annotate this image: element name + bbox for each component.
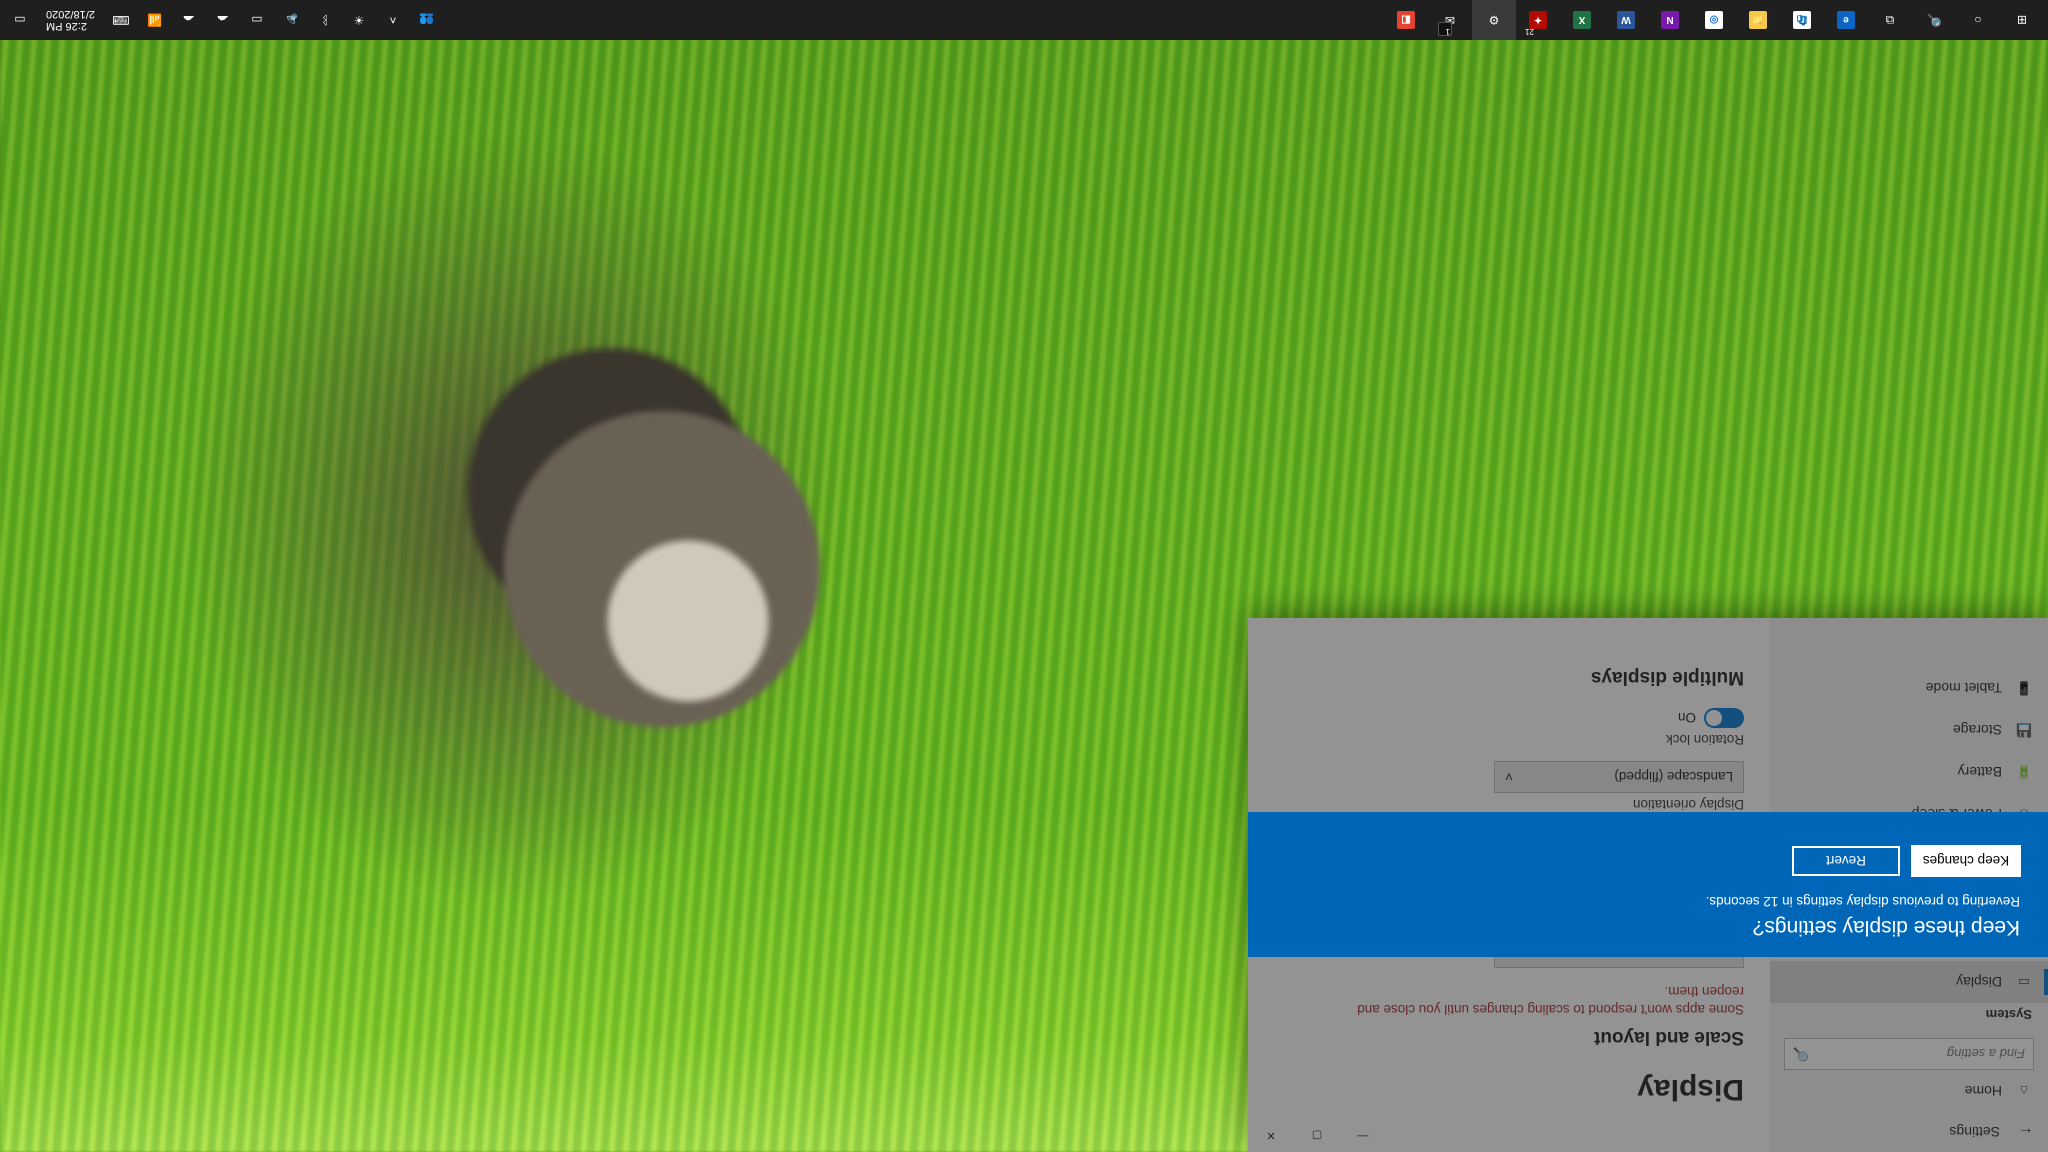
- battery-icon: 🔋: [2016, 764, 2032, 780]
- storage-icon: 💾: [2016, 722, 2032, 738]
- taskbar-app-edge[interactable]: e: [1824, 0, 1868, 40]
- section-scale-layout: Scale and layout: [1274, 1026, 1744, 1048]
- sidebar-item-battery[interactable]: 🔋 Battery: [1770, 751, 2048, 793]
- keep-settings-prompt: Keep these display settings? Reverting t…: [1248, 812, 2048, 957]
- taskbar-app-pdf[interactable]: ✦21: [1516, 0, 1560, 40]
- action-center-icon[interactable]: ▭: [4, 0, 36, 40]
- display-icon: ▭: [2016, 974, 2032, 990]
- prompt-title: Keep these display settings?: [1276, 915, 2020, 939]
- search-icon: 🔍: [1793, 1046, 1809, 1062]
- search-field[interactable]: [1809, 1047, 2025, 1062]
- sidebar-item-label: Display: [1956, 974, 2002, 990]
- back-icon[interactable]: ←: [2018, 1123, 2034, 1141]
- sidebar-item-storage[interactable]: 💾 Storage: [1770, 709, 2048, 751]
- sidebar-item-label: Storage: [1953, 722, 2002, 738]
- system-tray: 👥 ˄ ☀ ᛒ 🔈 ▭ ☁ ☁ 📶 ⌨ 2:26 PM 2/18/2020 ▭: [4, 0, 443, 40]
- tray-people[interactable]: 👥: [411, 0, 443, 40]
- taskbar-app-word[interactable]: W: [1604, 0, 1648, 40]
- cortana-button[interactable]: ○: [1956, 0, 2000, 40]
- tray-volume-icon[interactable]: 🔈: [275, 0, 307, 40]
- taskbar-app-mail[interactable]: ✉1: [1428, 0, 1472, 40]
- sidebar-item-display[interactable]: ▭ Display: [1770, 961, 2048, 1003]
- taskbar-app-files[interactable]: 📁: [1736, 0, 1780, 40]
- tablet-icon: 📱: [2016, 680, 2032, 696]
- taskbar-app-onenote[interactable]: N: [1648, 0, 1692, 40]
- keep-changes-button[interactable]: Keep changes: [1912, 846, 2020, 876]
- tray-wifi-icon[interactable]: 📶: [139, 0, 171, 40]
- tray-weather-icon[interactable]: ☀: [343, 0, 375, 40]
- sidebar-group-system: System: [1770, 1003, 2048, 1032]
- taskbar-app-excel[interactable]: X: [1560, 0, 1604, 40]
- orientation-value: Landscape (flipped): [1614, 769, 1733, 784]
- clock-time: 2:26 PM: [46, 20, 95, 32]
- chevron-down-icon: ˅: [1505, 769, 1513, 784]
- prompt-body: Reverting to previous display settings i…: [1276, 894, 2020, 909]
- minimize-button[interactable]: —: [1340, 1120, 1386, 1152]
- sidebar-home-label: Home: [1965, 1083, 2002, 1099]
- settings-window: ← Settings ⌂ Home 🔍 System ▭ Display 🔊 S: [1248, 618, 2048, 1152]
- tray-bluetooth-icon[interactable]: ᛒ: [309, 0, 341, 40]
- page-title: Display: [1274, 1072, 1744, 1106]
- scaling-warning: Some apps won't respond to scaling chang…: [1324, 982, 1744, 1018]
- taskbar-app-settings[interactable]: ⚙: [1472, 0, 1516, 40]
- wallpaper-cat: [402, 309, 922, 829]
- search-input[interactable]: 🔍: [1784, 1038, 2034, 1070]
- rotation-lock-label: Rotation lock: [1274, 732, 1744, 747]
- tray-battery-icon[interactable]: ▭: [241, 0, 273, 40]
- tray-keyboard-icon[interactable]: ⌨: [105, 0, 137, 40]
- taskbar: ⊞ ○ 🔍 ⧉ e 🛍 📁 ◎ N W X ✦21 ⚙ ✉1 ◧ 👥 ˄ ☀ ᛒ…: [0, 0, 2048, 40]
- orientation-dropdown[interactable]: Landscape (flipped) ˅: [1494, 761, 1744, 793]
- task-view-button[interactable]: ⧉: [1868, 0, 1912, 40]
- rotation-lock-toggle[interactable]: [1704, 708, 1744, 728]
- tray-onedrive-icon[interactable]: ☁: [207, 0, 239, 40]
- revert-button[interactable]: Revert: [1792, 846, 1900, 876]
- start-button[interactable]: ⊞: [2000, 0, 2044, 40]
- orientation-label: Display orientation: [1274, 797, 1744, 812]
- sidebar-item-label: Tablet mode: [1926, 680, 2002, 696]
- search-button[interactable]: 🔍: [1912, 0, 1956, 40]
- close-button[interactable]: ✕: [1248, 1120, 1294, 1152]
- taskbar-app-chrome[interactable]: ◎: [1692, 0, 1736, 40]
- mail-badge-count: 1: [1446, 27, 1450, 36]
- sidebar-home[interactable]: ⌂ Home: [1770, 1070, 2048, 1112]
- tray-cloud-icon[interactable]: ☁: [173, 0, 205, 40]
- home-icon: ⌂: [2016, 1084, 2032, 1099]
- taskbar-clock[interactable]: 2:26 PM 2/18/2020: [38, 8, 103, 32]
- clock-date: 2/18/2020: [46, 8, 95, 20]
- sidebar-item-tablet-mode[interactable]: 📱 Tablet mode: [1770, 667, 2048, 709]
- rotation-lock-state: On: [1678, 710, 1696, 725]
- app-title: Settings: [1949, 1124, 2000, 1140]
- section-multiple-displays: Multiple displays: [1274, 666, 1744, 688]
- taskbar-app-todoist[interactable]: ◧: [1384, 0, 1428, 40]
- tray-overflow[interactable]: ˄: [377, 0, 409, 40]
- sidebar-item-label: Battery: [1958, 764, 2002, 780]
- taskbar-app-store[interactable]: 🛍: [1780, 0, 1824, 40]
- maximize-button[interactable]: ▢: [1294, 1120, 1340, 1152]
- pdf-badge-count: 21: [1525, 27, 1534, 36]
